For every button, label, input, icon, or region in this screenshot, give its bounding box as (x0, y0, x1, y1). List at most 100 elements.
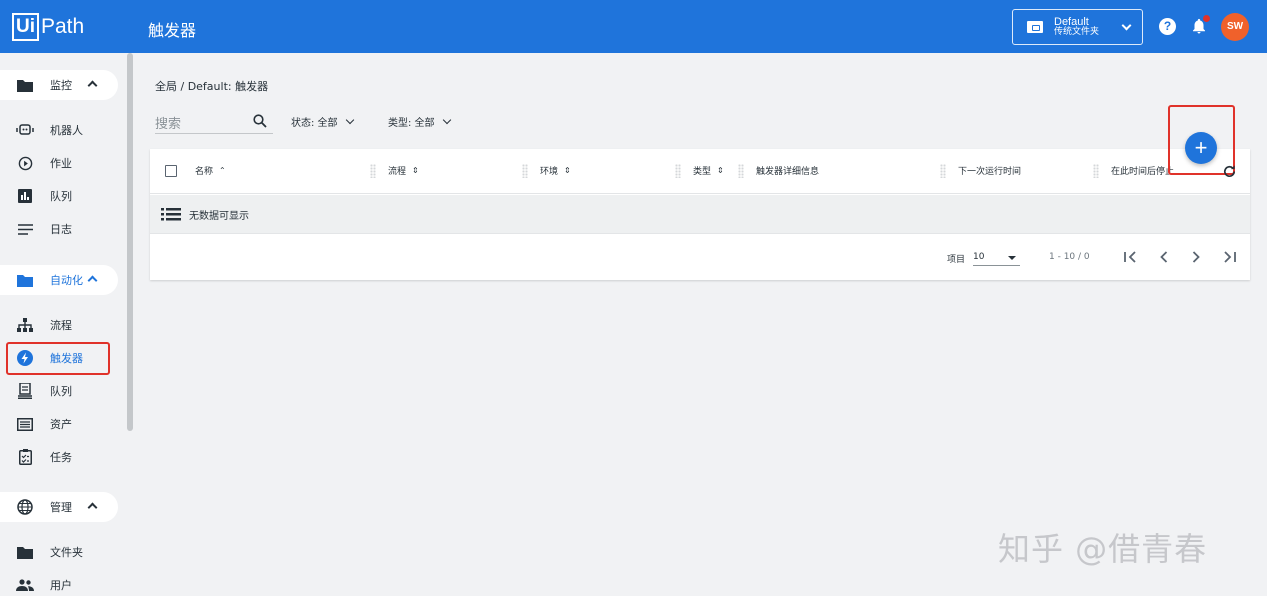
column-header-next-run: 下一次运行时间 (958, 164, 1021, 177)
sidebar-item-logs[interactable]: 日志 (0, 216, 118, 242)
watermark-text: 知乎 @借青春 (998, 530, 1208, 568)
prev-page-icon[interactable] (1154, 247, 1174, 267)
sidebar-item-label: 资产 (50, 418, 72, 431)
column-header-name[interactable]: 名称 ⌃ (195, 164, 226, 177)
sidebar-scrollbar[interactable] (127, 53, 133, 431)
folder-icon (16, 76, 34, 94)
column-header-stop-after: 在此时间后停止 (1111, 164, 1174, 177)
sidebar-item-label: 文件夹 (50, 546, 83, 559)
sidebar-item-label: 队列 (50, 190, 72, 203)
column-label: 类型 (693, 167, 712, 177)
sidebar-item-label: 用户 (50, 579, 72, 592)
sidebar-group-label: 自动化 (50, 274, 83, 287)
folder-icon (1027, 21, 1043, 33)
column-header-process[interactable]: 流程 ⇕ (388, 164, 419, 177)
sidebar-item-tasks[interactable]: 任务 (0, 444, 118, 470)
search-placeholder: 搜索 (155, 117, 182, 132)
chevron-down-icon (345, 115, 354, 124)
column-label: 触发器详细信息 (756, 167, 820, 177)
chevron-down-icon (1121, 20, 1132, 31)
sort-icon: ⇕ (564, 166, 571, 175)
lines-icon (16, 220, 34, 238)
sidebar-item-label: 流程 (50, 319, 72, 332)
column-resize-handle[interactable] (370, 164, 376, 178)
chevron-up-icon (87, 275, 98, 286)
column-header-trigger-details: 触发器详细信息 (756, 164, 819, 177)
list-icon (161, 207, 181, 220)
folder-name: Default (1054, 16, 1089, 28)
status-filter[interactable]: 状态: 全部 (291, 114, 354, 129)
select-all-checkbox[interactable] (165, 165, 177, 177)
type-filter-label: 类型: 全部 (388, 118, 435, 129)
items-per-page-value: 10 (973, 252, 985, 262)
column-label: 环境 (540, 167, 559, 177)
sidebar-item-label: 机器人 (50, 124, 83, 137)
sidebar-item-folders[interactable]: 文件夹 (0, 539, 118, 565)
search-icon[interactable] (253, 114, 267, 128)
breadcrumb: 全局 / Default: 触发器 (155, 80, 269, 93)
column-resize-handle[interactable] (675, 164, 681, 178)
search-input[interactable]: 搜索 (155, 110, 273, 134)
sidebar-group-label: 监控 (50, 79, 72, 92)
dropdown-arrow-icon (1008, 256, 1016, 260)
chevron-down-icon (442, 115, 451, 124)
sidebar-item-processes[interactable]: 流程 (0, 312, 118, 338)
bar-chart-icon (16, 187, 34, 205)
sidebar-group-monitor[interactable]: 监控 (0, 70, 118, 100)
folder-icon (16, 543, 34, 561)
sidebar-item-queues-monitor[interactable]: 队列 (0, 183, 118, 209)
sidebar-group-admin[interactable]: 管理 (0, 492, 118, 522)
uipath-logo[interactable]: Ui Path (12, 13, 84, 41)
logo-boxed-text: Ui (12, 13, 39, 41)
folder-selector[interactable]: Default 传统文件夹 (1012, 9, 1143, 45)
refresh-icon[interactable] (1222, 164, 1237, 179)
table-header: 名称 ⌃ 流程 ⇕ 环境 ⇕ 类型 ⇕ 触发器详细信息 下一次运行时间 在此时间后停止 (150, 149, 1250, 194)
items-per-page-select[interactable]: 10 (973, 246, 1020, 266)
sidebar-item-label: 任务 (50, 451, 72, 464)
column-resize-handle[interactable] (522, 164, 528, 178)
sidebar-item-users[interactable]: 用户 (0, 572, 118, 596)
column-header-type[interactable]: 类型 ⇕ (693, 164, 724, 177)
column-resize-handle[interactable] (738, 164, 744, 178)
table-pagination: 项目 10 1 - 10 / 0 (150, 235, 1250, 280)
sidebar-item-robots[interactable]: 机器人 (0, 117, 118, 143)
status-filter-label: 状态: 全部 (291, 118, 338, 129)
sidebar-item-label: 队列 (50, 385, 72, 398)
logo-text: Path (41, 15, 85, 38)
folder-icon (16, 271, 34, 289)
folder-type: 传统文件夹 (1054, 27, 1100, 37)
play-circle-icon (16, 154, 34, 172)
sort-asc-icon: ⌃ (219, 166, 226, 175)
empty-state-row: 无数据可显示 (150, 195, 1250, 234)
column-label: 在此时间后停止 (1111, 167, 1175, 177)
first-page-icon[interactable] (1120, 247, 1140, 267)
sidebar-item-jobs[interactable]: 作业 (0, 150, 118, 176)
sidebar-item-queues[interactable]: 队列 (0, 378, 118, 404)
task-clipboard-icon (16, 448, 34, 466)
avatar[interactable]: SW (1221, 13, 1249, 41)
sidebar-item-assets[interactable]: 资产 (0, 411, 118, 437)
sidebar-group-automation[interactable]: 自动化 (0, 265, 118, 295)
robot-icon (16, 121, 34, 139)
chevron-up-icon (87, 80, 98, 91)
column-resize-handle[interactable] (1093, 164, 1099, 178)
column-resize-handle[interactable] (940, 164, 946, 178)
next-page-icon[interactable] (1186, 247, 1206, 267)
last-page-icon[interactable] (1220, 247, 1240, 267)
help-icon[interactable]: ? (1159, 18, 1176, 35)
globe-icon (16, 498, 34, 516)
sidebar-item-label: 作业 (50, 157, 72, 170)
page-title: 触发器 (148, 21, 197, 40)
empty-message: 无数据可显示 (189, 210, 249, 222)
column-header-environment[interactable]: 环境 ⇕ (540, 164, 571, 177)
queue-stack-icon (16, 382, 34, 400)
type-filter[interactable]: 类型: 全部 (388, 114, 451, 129)
top-bar: Ui Path 触发器 Default 传统文件夹 ? SW (0, 0, 1267, 53)
asset-icon (16, 415, 34, 433)
notification-badge (1203, 15, 1210, 22)
chevron-up-icon (87, 502, 98, 513)
hierarchy-icon (16, 316, 34, 334)
sort-icon: ⇕ (412, 166, 419, 175)
column-label: 下一次运行时间 (958, 167, 1022, 177)
page-range: 1 - 10 / 0 (1049, 252, 1090, 262)
